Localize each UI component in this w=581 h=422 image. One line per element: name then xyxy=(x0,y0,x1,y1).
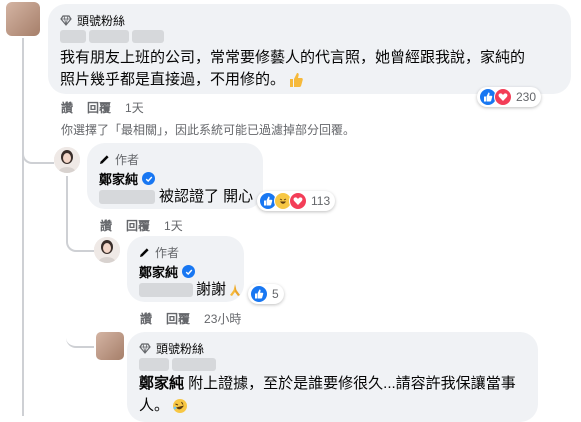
avatar[interactable] xyxy=(6,2,40,36)
reply-actions: 讚 回覆 23小時 xyxy=(140,310,241,327)
reply-text-wrap: 被認證了 開心 xyxy=(99,186,253,208)
timestamp[interactable]: 1天 xyxy=(125,99,144,116)
like-link[interactable]: 讚 xyxy=(140,310,152,327)
reaction-summary[interactable]: 113 xyxy=(257,191,336,211)
comment-bubble: 頭號粉絲 我有朋友上班的公司，常常要修藝人的代言照，她曾經跟我說，家純的 照片幾… xyxy=(48,4,571,94)
author-tag-label: 作者 xyxy=(115,153,140,167)
reply-text: 被認證了 開心 xyxy=(159,188,254,205)
reply-text-wrap: 謝謝 xyxy=(139,279,242,301)
verified-badge-icon xyxy=(182,265,196,278)
author-tag: 作者 xyxy=(139,244,179,261)
author-avatar[interactable] xyxy=(94,237,120,263)
badge-label: 頭號粉絲 xyxy=(77,14,126,28)
pencil-icon xyxy=(100,155,109,164)
top-fan-badge: 頭號粉絲 xyxy=(60,12,125,29)
blurred-mention xyxy=(99,190,155,204)
rolling-laugh-icon xyxy=(172,398,188,414)
comment-actions: 讚 回覆 1天 xyxy=(61,99,144,116)
blurred-name xyxy=(60,30,170,44)
blurred-mention xyxy=(139,283,193,297)
praying-hands-icon xyxy=(228,283,242,297)
diamond-icon xyxy=(60,15,72,26)
comment-text-line1: 我有朋友上班的公司，常常要修藝人的代言照，她曾經跟我說，家純的 xyxy=(60,49,526,66)
avatar[interactable] xyxy=(96,332,124,360)
reply-text-line2: 人。 xyxy=(139,397,170,414)
filter-notice: 你選擇了「最相關」，因此系統可能已過濾掉部分回覆。 xyxy=(61,123,356,137)
reply-bubble: 作者 鄭家純 謝謝 xyxy=(127,236,244,302)
like-reaction-icon xyxy=(250,285,268,303)
reaction-count: 5 xyxy=(272,287,279,301)
like-link[interactable]: 讚 xyxy=(61,99,73,116)
reaction-count: 230 xyxy=(516,90,537,104)
timestamp[interactable]: 1天 xyxy=(164,217,183,234)
reply-bubble: 頭號粉絲 鄭家純 附上證據，至於是誰要修很久...請容許我保讓當事 人。 xyxy=(127,332,538,422)
badge-label: 頭號粉絲 xyxy=(156,342,205,356)
love-reaction-icon xyxy=(289,192,307,210)
author-avatar[interactable] xyxy=(54,147,80,173)
thumbs-up-icon xyxy=(288,72,304,88)
reply-text: 謝謝 xyxy=(196,281,227,298)
comment-text-line2-wrap: 照片幾乎都是直接過，不用修的。 xyxy=(60,69,304,91)
reply-text-line1-wrap: 鄭家純 附上證據，至於是誰要修很久...請容許我保讓當事 xyxy=(139,373,516,395)
mention-link[interactable]: 鄭家純 xyxy=(139,375,184,392)
author-tag: 作者 xyxy=(99,151,139,168)
reply-bubble: 作者 鄭家純 被認證了 開心 xyxy=(87,143,263,209)
reply-link[interactable]: 回覆 xyxy=(126,217,150,234)
top-fan-badge: 頭號粉絲 xyxy=(139,340,204,357)
reply-text-line2-wrap: 人。 xyxy=(139,395,188,417)
timestamp[interactable]: 23小時 xyxy=(204,310,241,327)
diamond-icon xyxy=(139,343,151,354)
thread-connector xyxy=(66,230,94,252)
reply-text-line1: 附上證據，至於是誰要修很久...請容許我保讓當事 xyxy=(184,375,516,392)
reaction-count: 113 xyxy=(311,194,331,208)
thread-connector xyxy=(22,140,54,164)
thread-connector xyxy=(66,326,94,348)
reply-actions: 讚 回覆 1天 xyxy=(100,217,183,234)
comment-text-line2: 照片幾乎都是直接過，不用修的。 xyxy=(60,71,286,88)
love-reaction-icon xyxy=(494,88,512,106)
reaction-summary[interactable]: 5 xyxy=(248,284,284,304)
reply-link[interactable]: 回覆 xyxy=(87,99,111,116)
reply-link[interactable]: 回覆 xyxy=(166,310,190,327)
pencil-icon xyxy=(140,248,149,257)
like-link[interactable]: 讚 xyxy=(100,217,112,234)
thread-line xyxy=(22,160,24,416)
thread-line xyxy=(66,176,68,234)
reaction-summary[interactable]: 230 xyxy=(477,87,542,107)
verified-badge-icon xyxy=(142,172,156,185)
author-tag-label: 作者 xyxy=(155,246,180,260)
